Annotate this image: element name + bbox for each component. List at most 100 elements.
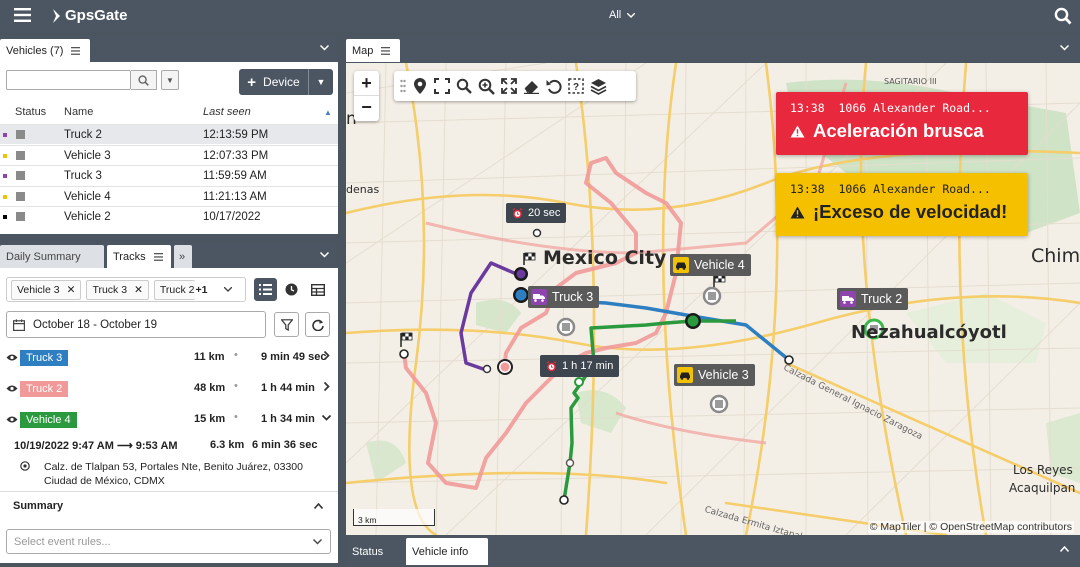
undo-icon[interactable] [546,78,562,94]
vehicle-label-truck-2[interactable]: Truck 2 [837,288,909,310]
track-row[interactable]: Truck 3 11 km • 9 min 49 sec [6,348,332,368]
add-device-dropdown[interactable]: ▼ [309,77,333,87]
stop-duration-label[interactable]: 20 sec [506,203,567,223]
map-label-edenas: denas [346,183,380,196]
tab-vehicle-info[interactable]: Vehicle info [406,538,488,565]
sort-asc-icon[interactable]: ▲ [324,108,332,117]
timeline-view-button[interactable] [280,278,303,301]
filter-button[interactable] [274,312,299,337]
vehicle-last-seen: 11:21:13 AM [203,190,267,203]
chip-truck-2: Truck 2 [153,279,195,300]
tab-tracks[interactable]: Tracks [107,245,171,268]
vehicle-color-dot [3,215,7,220]
zoom-in-icon[interactable] [478,78,495,95]
track-name-tag: Vehicle 4 [20,412,77,428]
vehicle-search-row: ▼ [6,70,179,90]
layers-icon[interactable] [590,78,607,95]
tab-more[interactable]: » [174,245,192,268]
chevron-up-icon[interactable] [314,503,323,509]
hamburger-icon[interactable] [71,46,81,55]
add-device-button[interactable]: + Device ▼ [239,69,333,95]
chevron-right-icon[interactable] [322,351,331,360]
tab-status[interactable]: Status [346,538,404,565]
drag-handle-icon[interactable] [400,79,406,93]
menu-icon[interactable] [14,8,31,22]
search-icon[interactable] [456,78,472,94]
vehicle-label-vehicle-4[interactable]: Vehicle 4 [670,254,751,276]
tab-map[interactable]: Map [346,39,400,62]
trip-address: Calz. de Tlalpan 53, Portales Nte, Benit… [44,461,303,487]
separator-dot: • [234,349,238,361]
hamburger-icon[interactable] [153,252,163,261]
chevron-down-icon[interactable] [224,287,233,292]
track-row[interactable]: Vehicle 4 15 km • 1 h 34 min [6,410,332,430]
vehicle-search-input[interactable] [6,70,131,90]
close-icon[interactable]: ✕ [134,284,143,296]
col-last-seen[interactable]: Last seen [203,106,251,118]
group-filter[interactable]: All [609,9,636,21]
col-name[interactable]: Name [64,106,93,118]
vehicle-search-button[interactable] [131,70,157,90]
alert-harsh-acceleration[interactable]: 13:38 1066 Alexander Road... Aceleración… [776,92,1028,155]
table-row[interactable]: Vehicle 2 10/17/2022 [0,206,338,226]
fit-bounds-icon[interactable] [434,78,450,94]
alert-time: 13:38 [790,182,825,196]
track-name-tag: Truck 2 [20,381,69,397]
chevron-right-icon[interactable] [322,382,331,391]
help-select-icon[interactable]: ? [568,78,584,94]
track-row[interactable]: Truck 2 48 km • 1 h 44 min [6,379,332,399]
date-range-picker[interactable]: October 18 - October 19 [6,311,266,338]
refresh-button[interactable] [305,312,330,337]
chevron-down-icon [313,539,322,545]
expand-icon[interactable] [501,78,517,94]
collapse-icon[interactable] [1060,45,1069,51]
status-icon [16,191,25,201]
eye-icon[interactable] [6,415,18,424]
table-view-button[interactable] [306,278,329,301]
list-view-button[interactable] [254,278,277,301]
tab-daily-summary[interactable]: Daily Summary [0,245,104,268]
table-row[interactable]: Truck 3 11:59:59 AM [0,165,338,185]
table-row[interactable]: Vehicle 3 12:07:33 PM [0,144,338,165]
status-icon [16,171,25,181]
summary-section[interactable]: Summary [0,491,338,521]
truck-icon [840,291,856,307]
table-icon [310,283,325,296]
chevron-up-icon[interactable] [1060,546,1069,552]
track-distance: 48 km [194,382,226,394]
zoom-out-button[interactable]: − [354,96,379,121]
trip-time-range: 10/19/2022 9:47 AM ⟶ 9:53 AM [14,439,178,452]
vehicle-chip-selector[interactable]: Vehicle 3 ✕ Truck 3 ✕ Truck 2 +1 [6,277,246,302]
zoom-in-button[interactable]: + [354,71,379,96]
alarm-clock-icon [546,360,557,371]
vehicle-color-dot [3,133,7,137]
map-view[interactable]: Mexico City Nezahualcóyotl Chima Los Rey… [346,63,1080,535]
vehicle-color-dot [3,194,7,199]
tab-vehicle-info-label: Vehicle info [412,545,469,558]
map-attribution[interactable]: © MapTiler | © OpenStreetMap contributor… [867,521,1074,533]
tab-vehicles[interactable]: Vehicles (7) [0,39,90,62]
vehicle-color-dot [3,153,7,158]
close-icon[interactable]: ✕ [67,284,76,296]
search-icon[interactable] [1054,7,1072,25]
vehicle-label-truck-3[interactable]: Truck 3 [528,286,600,308]
vehicle-name: Vehicle 2 [64,211,111,224]
vehicle-label-vehicle-3[interactable]: Vehicle 3 [674,364,755,386]
table-row[interactable]: Truck 2 12:13:59 PM [0,124,338,144]
col-status[interactable]: Status [15,106,46,118]
brand-logo[interactable]: GpsGate [51,7,128,24]
eye-icon[interactable] [6,353,18,362]
stop-duration-label[interactable]: 1 h 17 min [540,355,620,377]
map-pin-icon[interactable] [412,77,428,95]
alert-speeding[interactable]: 13:38 1066 Alexander Road... ¡Exceso de … [776,173,1028,236]
event-rules-select[interactable]: Select event rules... [6,529,331,554]
chip-label: Vehicle 3 [17,283,60,296]
hamburger-icon[interactable] [381,46,391,55]
search-options-dropdown[interactable]: ▼ [161,70,179,90]
collapse-icon[interactable] [320,45,329,51]
eye-icon[interactable] [6,384,18,393]
collapse-icon[interactable] [320,252,329,258]
eraser-icon[interactable] [523,79,540,94]
table-row[interactable]: Vehicle 4 11:21:13 AM [0,185,338,206]
chevron-down-icon[interactable] [322,413,331,422]
